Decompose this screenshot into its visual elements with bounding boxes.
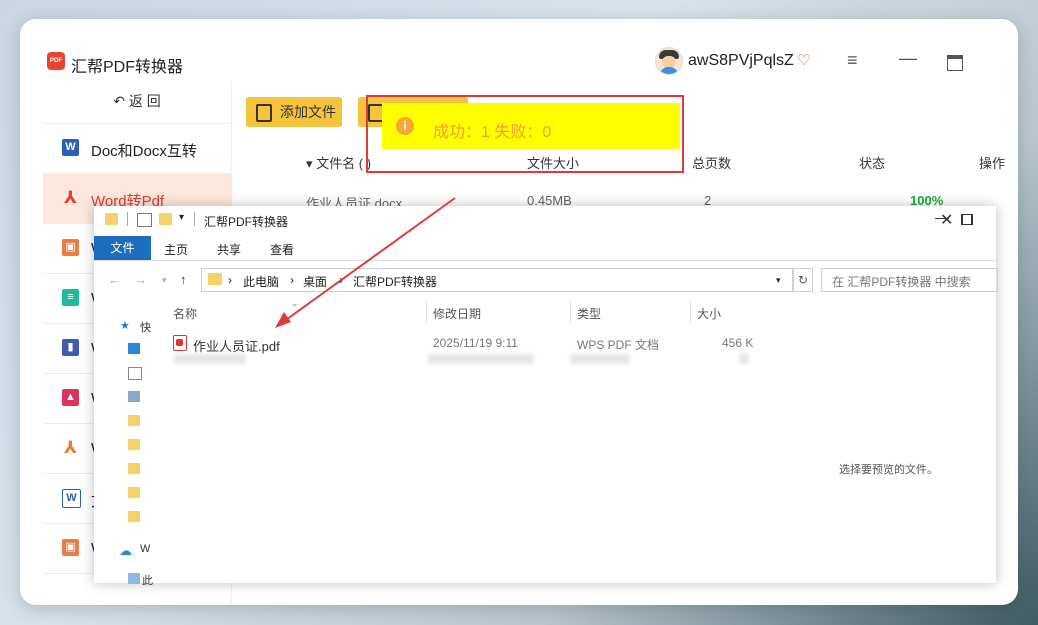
add-file-icon	[256, 104, 272, 122]
picture-icon: ▲	[62, 389, 79, 406]
tab-home[interactable]: 主页	[164, 241, 188, 258]
folder-icon[interactable]	[128, 439, 140, 450]
desktop-icon[interactable]	[128, 343, 140, 354]
address-row: ← → ▾ ↑ › 此电脑 › 桌面 › 汇帮PDF转换器 ▾ ↻ 在 汇帮PD…	[94, 266, 998, 294]
minimize-icon[interactable]: —	[899, 48, 917, 69]
nav-quick-access[interactable]: 快	[140, 319, 151, 335]
folder-icon[interactable]	[128, 463, 140, 474]
app-logo-icon: PDF	[47, 52, 65, 70]
back-arrow-icon: ↶	[113, 93, 129, 109]
breadcrumb-desktop[interactable]: 桌面	[303, 273, 327, 290]
word-outline-icon: W	[62, 489, 81, 508]
file-type: WPS PDF 文档	[577, 338, 660, 352]
new-folder-icon[interactable]	[159, 213, 172, 225]
onedrive-cloud-icon: ☁	[119, 543, 132, 558]
column-type[interactable]: 类型	[577, 305, 601, 322]
document-icon[interactable]	[128, 367, 142, 380]
column-name[interactable]: 名称	[173, 305, 197, 322]
up-arrow-icon[interactable]: ↑	[180, 272, 187, 287]
annotation-highlight-box	[366, 95, 684, 173]
menu-icon[interactable]: ≡	[847, 50, 858, 71]
maximize-icon[interactable]	[947, 55, 963, 71]
star-icon: ★	[120, 320, 130, 332]
tab-file[interactable]: 文件	[94, 236, 151, 260]
explorer-titlebar: ▾ 汇帮PDF转换器 —	[94, 206, 996, 234]
address-bar[interactable]: › 此电脑 › 桌面 › 汇帮PDF转换器 ▾	[201, 268, 793, 292]
pdf-file-icon	[173, 335, 187, 351]
column-pages: 总页数	[692, 156, 732, 171]
recent-dropdown-icon[interactable]: ▾	[162, 275, 167, 286]
column-status: 状态	[859, 156, 886, 171]
picture-icon[interactable]	[128, 391, 140, 402]
folder-icon	[105, 213, 118, 225]
forward-arrow-icon[interactable]: →	[134, 272, 147, 287]
tab-view[interactable]: 查看	[270, 241, 294, 258]
column-filename[interactable]: ▾ 文件名 ( )	[306, 153, 371, 172]
column-size[interactable]: 大小	[697, 305, 721, 322]
blurred-row	[174, 354, 246, 364]
blurred-row	[739, 354, 749, 364]
add-file-button[interactable]: 添加文件	[246, 97, 342, 127]
navigation-pane: ★ 快 ☁ W 此	[94, 300, 153, 587]
word-doc-icon: W	[62, 139, 79, 156]
properties-icon[interactable]	[137, 213, 152, 227]
back-button[interactable]: ↶ 返 回	[43, 81, 231, 124]
folder-icon[interactable]	[128, 511, 140, 522]
blurred-row	[428, 354, 534, 364]
app-title: 汇帮PDF转换器	[71, 59, 184, 76]
file-date: 2025/11/19 9:11	[433, 336, 518, 350]
file-name: 作业人员证.pdf	[193, 339, 280, 354]
explorer-title: 汇帮PDF转换器	[204, 215, 289, 229]
column-date[interactable]: 修改日期	[433, 305, 481, 322]
customize-quick-access-icon[interactable]: ▾	[179, 212, 184, 223]
file-size: 456 K	[722, 336, 754, 350]
column-action: 操作	[979, 156, 1006, 171]
breadcrumb-this-pc[interactable]: 此电脑	[243, 273, 279, 290]
nav-onedrive[interactable]: W	[140, 543, 150, 555]
file-explorer-window: ▾ 汇帮PDF转换器 — 文件 主页 共享 查看 ← → ▾ ↑ › 此电脑 ›…	[94, 206, 998, 587]
image-icon: ▣	[62, 539, 79, 556]
pdf-acrobat-icon: ⅄	[64, 438, 77, 457]
tab-share[interactable]: 共享	[217, 241, 241, 258]
sort-chevron-icon: ⌄	[291, 298, 299, 308]
preview-pane-text: 选择要预览的文件。	[839, 464, 938, 476]
document-green-icon: ≡	[62, 289, 79, 306]
computer-icon[interactable]	[128, 573, 140, 584]
image-icon: ▣	[62, 239, 79, 256]
pdf-acrobat-icon: ⅄	[64, 188, 77, 207]
ribbon-tabs: 文件 主页 共享 查看	[94, 236, 996, 261]
back-arrow-icon[interactable]: ←	[108, 272, 121, 287]
file-row-pdf[interactable]: 作业人员证.pdf 2025/11/19 9:11 WPS PDF 文档 456…	[159, 333, 896, 354]
avatar[interactable]	[655, 47, 683, 75]
app-header: PDF 汇帮PDF转换器 awS8PVjPqlsZ ♡ ≡ —	[43, 41, 1018, 81]
vip-diamond-icon[interactable]: ♡	[797, 51, 810, 69]
sidebar-item-doc-docx[interactable]: W Doc和Docx互转	[43, 124, 231, 174]
refresh-icon[interactable]: ↻	[793, 268, 813, 292]
folder-icon	[208, 273, 222, 285]
search-input[interactable]: 在 汇帮PDF转换器 中搜索	[821, 268, 998, 292]
maximize-icon-2[interactable]	[962, 214, 973, 225]
column-headers: 名称 修改日期 类型 大小 ⌄	[159, 298, 996, 324]
folder-icon[interactable]	[128, 487, 140, 498]
breadcrumb-folder[interactable]: 汇帮PDF转换器	[353, 273, 437, 290]
folder-icon[interactable]	[128, 415, 140, 426]
nav-this-pc[interactable]: 此	[142, 572, 153, 588]
close-icon[interactable]: ✕	[940, 210, 953, 230]
username[interactable]: awS8PVjPqlsZ	[688, 52, 794, 70]
ppt-icon: ▮	[62, 339, 79, 356]
sidebar-item-label: Doc和Docx互转	[91, 143, 197, 160]
address-dropdown-icon[interactable]: ▾	[776, 275, 781, 286]
blurred-row	[570, 354, 630, 364]
